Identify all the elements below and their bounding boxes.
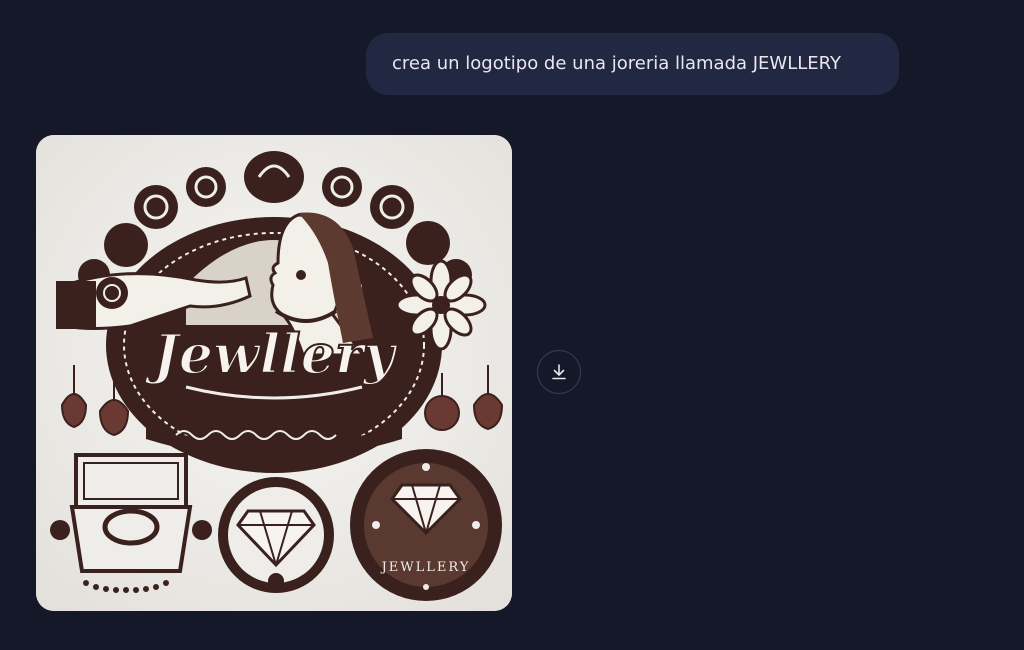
chat-page: crea un logotipo de una joreria llamada … [0, 0, 1024, 650]
download-button[interactable] [537, 350, 581, 394]
user-message-text: crea un logotipo de una joreria llamada … [392, 53, 842, 74]
diamond-seal-icon: JEWLLERY [350, 449, 502, 601]
jewellery-logo-illustration: Jewllery JEWLLERY [36, 135, 512, 611]
download-icon [552, 364, 566, 380]
seal-text: JEWLLERY [380, 560, 471, 575]
logo-wordmark: Jewllery [144, 322, 398, 386]
diamond-ornament-icon [218, 477, 334, 593]
generated-image[interactable]: Jewllery JEWLLERY [36, 135, 512, 611]
user-message-bubble: crea un logotipo de una joreria llamada … [366, 33, 899, 95]
